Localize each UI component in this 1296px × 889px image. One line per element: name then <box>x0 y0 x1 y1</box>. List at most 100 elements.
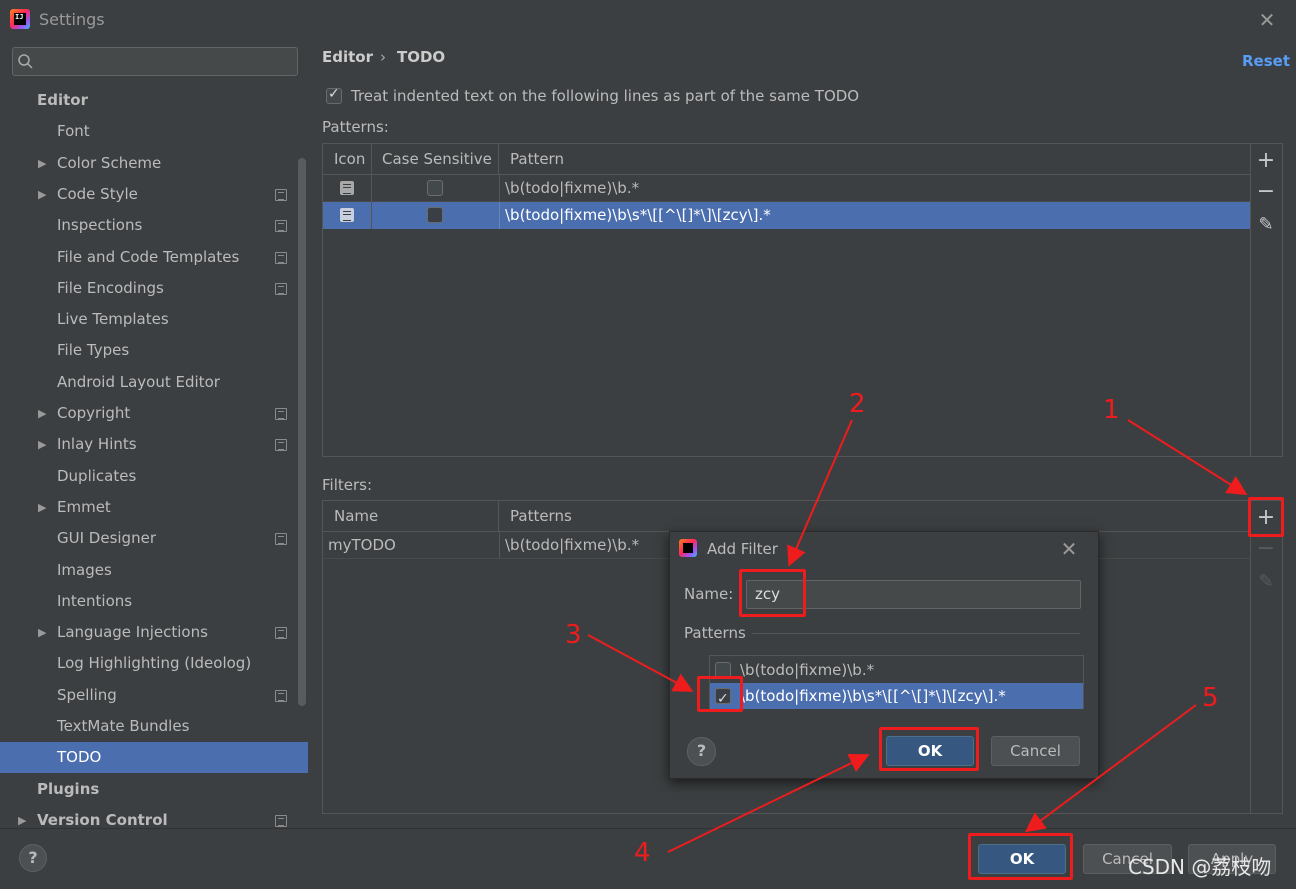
sidebar-item-label: Plugins <box>37 780 100 798</box>
dialog-close-icon[interactable]: ✕ <box>1058 538 1080 560</box>
sidebar-item-label: Copyright <box>57 404 131 422</box>
sidebar-item[interactable]: ▶ Emmet <box>0 492 308 523</box>
sidebar-item[interactable]: ▶ Color Scheme <box>0 148 308 179</box>
pattern-text: \b(todo|fixme)\b.* <box>740 661 875 679</box>
sidebar-item[interactable]: ▶ Inlay Hints <box>0 429 308 460</box>
filter-patterns-cell: \b(todo|fixme)\b.* <box>499 532 639 559</box>
help-button[interactable]: ? <box>19 844 47 872</box>
breadcrumb-separator: › <box>380 48 386 66</box>
title-bar <box>0 0 1296 40</box>
case-sensitive-checkbox[interactable] <box>427 207 443 223</box>
expand-arrow-icon[interactable]: ▶ <box>38 429 46 460</box>
sidebar-item[interactable]: File Encodings <box>0 273 308 304</box>
sidebar-item-label: File Types <box>57 341 130 359</box>
pattern-cell: \b(todo|fixme)\b.* <box>499 175 639 202</box>
edit-filter-icon[interactable]: ✎ <box>1255 571 1277 593</box>
window-close-icon[interactable]: ✕ <box>1256 9 1278 31</box>
todo-pattern-icon <box>340 181 354 195</box>
sidebar-scrollbar[interactable] <box>298 158 306 706</box>
sidebar-item-label: Inspections <box>57 216 143 234</box>
table-row[interactable]: \b(todo|fixme)\b.* <box>323 175 1250 202</box>
project-settings-icon <box>275 690 287 702</box>
sidebar-item[interactable]: File and Code Templates <box>0 242 308 273</box>
project-settings-icon <box>275 815 287 827</box>
sidebar-item-label: File Encodings <box>57 279 164 297</box>
settings-search-input[interactable] <box>12 47 298 76</box>
sidebar-item[interactable]: Intentions <box>0 586 308 617</box>
project-settings-icon <box>275 627 287 639</box>
table-row[interactable]: \b(todo|fixme)\b\s*\[[^\[]*\]\[zcy\].* <box>323 202 1250 229</box>
sidebar-item[interactable]: ▶ Copyright <box>0 398 308 429</box>
sidebar-item-label: Inlay Hints <box>57 435 137 453</box>
window-title: Settings <box>39 10 105 29</box>
sidebar-item-label: Duplicates <box>57 467 137 485</box>
patterns-label: Patterns: <box>322 118 389 136</box>
column-header-name[interactable]: Name <box>323 501 499 532</box>
sidebar-item[interactable]: File Types <box>0 335 308 366</box>
sidebar-item-label: Android Layout Editor <box>57 373 220 391</box>
add-pattern-icon[interactable]: + <box>1255 150 1277 172</box>
sidebar-item-label: File and Code Templates <box>57 248 240 266</box>
sidebar-item[interactable]: Android Layout Editor <box>0 367 308 398</box>
column-header-pattern[interactable]: Pattern <box>499 144 1250 175</box>
treat-indented-checkbox[interactable] <box>326 86 342 104</box>
annotation-box <box>968 833 1073 880</box>
list-item[interactable]: \b(todo|fixme)\b.* <box>710 657 1083 683</box>
dialog-help-button[interactable]: ? <box>687 737 716 766</box>
annotation-box <box>739 569 806 617</box>
list-item[interactable]: \b(todo|fixme)\b\s*\[[^\[]*\]\[zcy\].* <box>710 683 1083 712</box>
sidebar-item[interactable]: GUI Designer <box>0 523 308 554</box>
search-icon <box>18 54 33 69</box>
sidebar-item[interactable]: Log Highlighting (Ideolog) <box>0 648 308 679</box>
sidebar-item[interactable]: ▶ Language Injections <box>0 617 308 648</box>
sidebar-item[interactable]: Font <box>0 116 308 147</box>
treat-indented-label: Treat indented text on the following lin… <box>351 87 860 105</box>
expand-arrow-icon[interactable]: ▶ <box>38 179 46 210</box>
filter-name-cell: myTODO <box>328 536 396 554</box>
pattern-cell: \b(todo|fixme)\b\s*\[[^\[]*\]\[zcy\].* <box>499 202 771 229</box>
annotation-number: 1 <box>1103 395 1120 425</box>
breadcrumb-parent[interactable]: Editor <box>322 48 373 66</box>
remove-pattern-icon[interactable]: − <box>1255 181 1277 203</box>
sidebar-item[interactable]: Live Templates <box>0 304 308 335</box>
dialog-patterns-list: \b(todo|fixme)\b.* \b(todo|fixme)\b\s*\[… <box>709 655 1084 712</box>
sidebar-item[interactable]: Duplicates <box>0 461 308 492</box>
project-settings-icon <box>275 252 287 264</box>
dialog-cancel-button[interactable]: Cancel <box>991 736 1080 766</box>
sidebar-item[interactable]: Plugins <box>0 774 308 805</box>
project-settings-icon <box>275 220 287 232</box>
dialog-patterns-label: Patterns <box>684 624 746 642</box>
expand-arrow-icon[interactable]: ▶ <box>38 148 46 179</box>
project-settings-icon <box>275 408 287 420</box>
todo-pattern-icon <box>340 208 354 222</box>
column-header-icon[interactable]: Icon <box>323 144 372 175</box>
sidebar-item-label: Editor <box>37 91 88 109</box>
expand-arrow-icon[interactable]: ▶ <box>38 617 46 648</box>
annotation-number: 5 <box>1202 683 1219 713</box>
remove-filter-icon[interactable]: − <box>1255 538 1277 560</box>
sidebar-item[interactable]: TextMate Bundles <box>0 711 308 742</box>
project-settings-icon <box>275 533 287 545</box>
case-sensitive-checkbox[interactable] <box>427 180 443 196</box>
sidebar-item[interactable]: Images <box>0 555 308 586</box>
sidebar-item-label: Color Scheme <box>57 154 162 172</box>
expand-arrow-icon[interactable]: ▶ <box>38 398 46 429</box>
dialog-title: Add Filter <box>707 540 778 558</box>
sidebar-item[interactable]: Inspections <box>0 210 308 241</box>
sidebar-item-label: Spelling <box>57 686 117 704</box>
sidebar-item-label: TODO <box>57 748 102 766</box>
breadcrumb-current: TODO <box>397 48 446 66</box>
sidebar-item-label: Log Highlighting (Ideolog) <box>57 654 252 672</box>
sidebar-item[interactable]: TODO <box>0 742 308 773</box>
expand-arrow-icon[interactable]: ▶ <box>38 492 46 523</box>
reset-link[interactable]: Reset <box>1242 52 1290 70</box>
sidebar-item[interactable]: Editor <box>0 85 308 116</box>
edit-pattern-icon[interactable]: ✎ <box>1255 214 1277 236</box>
column-header-patterns[interactable]: Patterns <box>499 501 1250 532</box>
column-header-case-sensitive[interactable]: Case Sensitive <box>372 144 499 175</box>
annotation-number: 4 <box>634 838 651 868</box>
sidebar-item[interactable]: Spelling <box>0 680 308 711</box>
sidebar-item-label: TextMate Bundles <box>57 717 190 735</box>
intellij-logo-icon: IJ <box>10 9 30 29</box>
sidebar-item[interactable]: ▶ Code Style <box>0 179 308 210</box>
